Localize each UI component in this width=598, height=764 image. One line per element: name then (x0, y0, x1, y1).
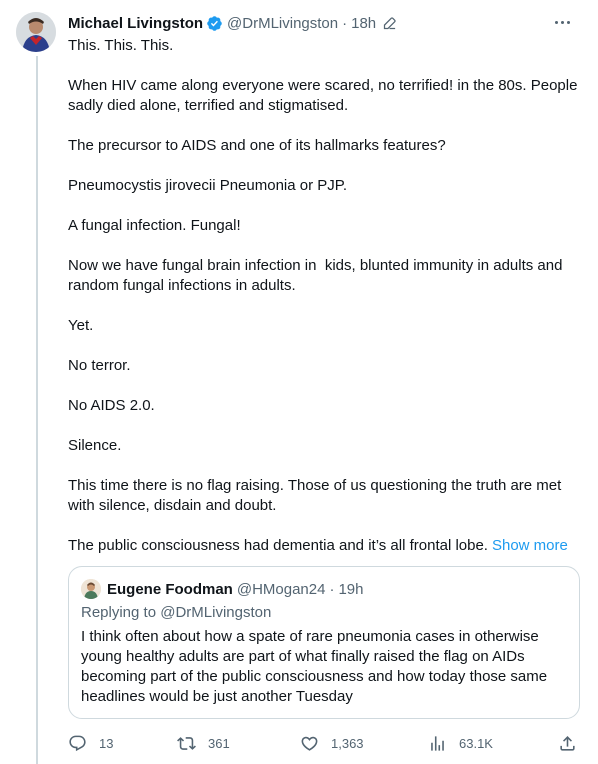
header-separator: · (342, 14, 348, 32)
verified-badge-icon (206, 15, 223, 32)
like-count: 1,363 (331, 735, 364, 751)
views-button[interactable]: 63.1K (428, 734, 493, 753)
quoted-author-handle[interactable]: @HMogan24 (237, 581, 326, 598)
replying-to-prefix: Replying to (81, 604, 157, 621)
quoted-tweet-time[interactable]: 19h (338, 581, 363, 598)
tweet-paragraph: Now we have fungal brain infection in ki… (68, 257, 567, 294)
share-button[interactable] (558, 734, 577, 753)
retweet-icon (177, 736, 196, 750)
author-avatar[interactable] (16, 12, 56, 52)
heart-icon (301, 736, 318, 751)
quoted-author-avatar[interactable] (81, 579, 101, 599)
reply-icon (69, 735, 86, 751)
tweet-paragraph: A fungal infection. Fungal! (68, 217, 241, 234)
tweet-last-paragraph: The public consciousness had dementia an… (68, 536, 578, 556)
show-more-link[interactable]: Show more (492, 537, 568, 554)
tweet-last-text: The public consciousness had dementia an… (68, 537, 488, 554)
retweet-button[interactable]: 361 (177, 734, 230, 753)
tweet-body: This. This. This. When HIV came along ev… (68, 36, 578, 556)
tweet-paragraph: Yet. (68, 317, 94, 334)
quoted-tweet-text: I think often about how a spate of rare … (81, 628, 548, 705)
tweet-paragraph: No terror. (68, 357, 131, 374)
views-chart-icon (431, 735, 444, 751)
tweet-header: Michael Livingston @DrMLivingston · 18h (68, 12, 582, 34)
replying-to-handle[interactable]: @DrMLivingston (160, 604, 271, 621)
reply-button[interactable]: 13 (68, 734, 113, 753)
quoted-author-name[interactable]: Eugene Foodman (107, 581, 233, 598)
tweet-time[interactable]: 18h (351, 15, 376, 32)
replying-to: Replying to @DrMLivingston (81, 603, 567, 623)
quoted-header-separator: · (329, 580, 335, 598)
author-name[interactable]: Michael Livingston (68, 15, 203, 32)
more-options-icon[interactable] (548, 11, 576, 33)
views-count: 63.1K (459, 735, 493, 751)
reply-count: 13 (99, 735, 114, 751)
author-avatar-image (16, 12, 56, 52)
tweet-paragraph: When HIV came along everyone were scared… (68, 77, 582, 114)
like-button[interactable]: 1,363 (300, 734, 364, 753)
tweet-paragraph: No AIDS 2.0. (68, 397, 155, 414)
tweet-paragraph: This. This. This. (68, 37, 174, 54)
retweet-count: 361 (208, 735, 230, 751)
tweet-paragraph: Pneumocystis jirovecii Pneumonia or PJP. (68, 177, 348, 194)
author-handle[interactable]: @DrMLivingston (227, 15, 338, 32)
tweet-paragraph: This time there is no flag raising. Thos… (68, 477, 566, 514)
share-icon (560, 735, 575, 751)
edit-pencil-icon[interactable] (382, 16, 397, 31)
thread-line (36, 56, 38, 764)
tweet-paragraph: The precursor to AIDS and one of its hal… (68, 137, 446, 154)
tweet-paragraph: Silence. (68, 437, 122, 454)
tweet-actions: 13 361 1,363 63.1K (68, 730, 580, 756)
quoted-tweet[interactable]: Eugene Foodman @HMogan24 · 19h Replying … (68, 566, 580, 719)
quoted-tweet-header: Eugene Foodman @HMogan24 · 19h (81, 579, 567, 599)
